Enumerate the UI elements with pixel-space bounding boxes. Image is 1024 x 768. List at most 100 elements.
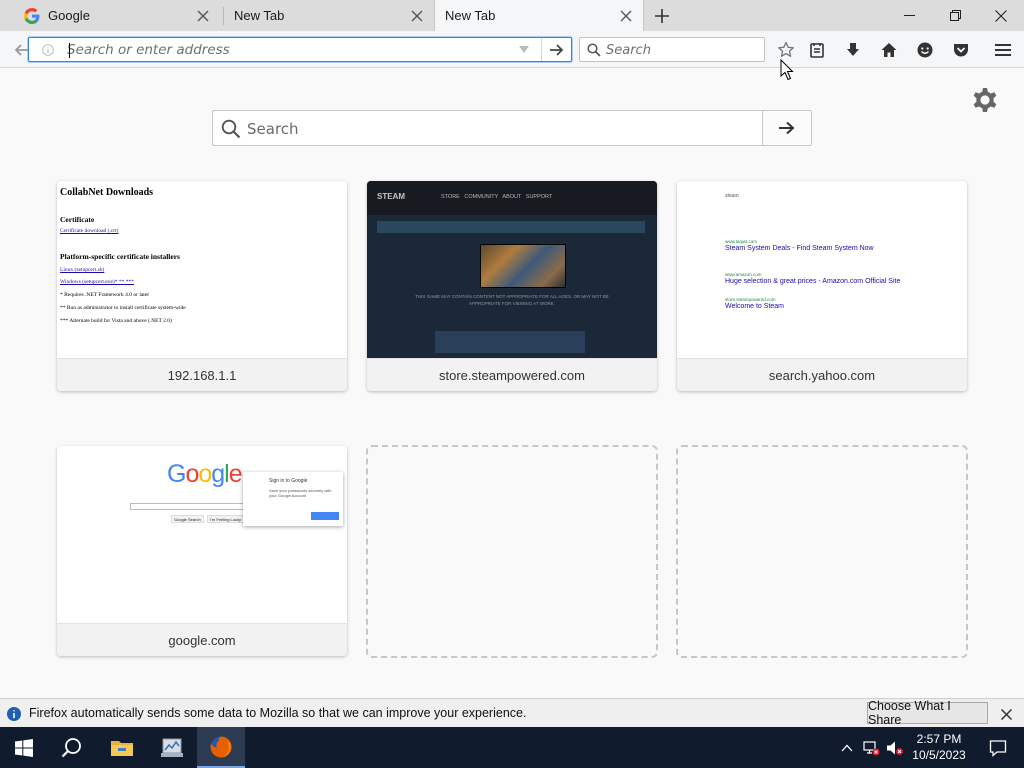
- hello-button[interactable]: [913, 38, 937, 62]
- thumb-nav: STORE COMMUNITY ABOUT SUPPORT: [441, 194, 553, 200]
- thumb-popup-title: Sign in to Google: [269, 478, 308, 484]
- search-icon: [587, 43, 601, 57]
- back-button[interactable]: [8, 37, 34, 63]
- mouse-pointer-icon: [780, 59, 794, 81]
- thumb-subnav: [377, 221, 645, 233]
- thumb-box: [435, 331, 585, 353]
- thumb-result: Welcome to Steam: [725, 303, 785, 310]
- home-button[interactable]: [877, 38, 901, 62]
- pocket-button[interactable]: [949, 38, 973, 62]
- folder-icon: [111, 740, 133, 756]
- thumb-url: www.amazon.com: [725, 272, 762, 277]
- close-notification-button[interactable]: [997, 705, 1015, 723]
- site-thumbnail: steam www.target.com Steam System Deals …: [677, 181, 967, 358]
- close-icon: [995, 9, 1007, 22]
- info-icon: [7, 707, 21, 721]
- close-tab-icon[interactable]: [406, 5, 428, 27]
- tab-new-tab-active[interactable]: New Tab: [434, 0, 644, 31]
- tile-label: store.steampowered.com: [367, 358, 657, 391]
- text-caret: [69, 43, 70, 58]
- tab-strip: Google New Tab New Tab: [0, 0, 1024, 31]
- google-g-icon: [24, 7, 40, 24]
- chevron-up-icon[interactable]: [837, 738, 857, 758]
- site-thumbnail: Google Google Search I'm Feeling Lucky S…: [57, 446, 347, 623]
- home-icon: [881, 43, 897, 57]
- top-site-tile-192-168-1-1[interactable]: CollabNet Downloads Certificate Certific…: [57, 181, 347, 391]
- minimize-button[interactable]: [886, 0, 932, 31]
- info-icon[interactable]: [41, 43, 55, 57]
- search-icon: [61, 737, 81, 757]
- action-center-button[interactable]: [978, 727, 1018, 768]
- site-thumbnail: STEAM STORE COMMUNITY ABOUT SUPPORT THIS…: [367, 181, 657, 358]
- data-notification-bar: Firefox automatically sends some data to…: [0, 698, 1024, 727]
- customize-gear-icon[interactable]: [970, 85, 1000, 115]
- top-site-tile-yahoo[interactable]: steam www.target.com Steam System Deals …: [677, 181, 967, 391]
- restore-button[interactable]: [932, 0, 978, 31]
- top-site-tile-google[interactable]: Google Google Search I'm Feeling Lucky S…: [57, 446, 347, 656]
- server-manager-button[interactable]: [148, 727, 196, 768]
- tab-google[interactable]: Google: [14, 0, 220, 31]
- thumb-logo: Google: [167, 460, 243, 488]
- tile-label: 192.168.1.1: [57, 358, 347, 391]
- bookmarks-menu-button[interactable]: [805, 38, 829, 62]
- new-tab-search-input[interactable]: [247, 117, 757, 141]
- new-tab-page: CollabNet Downloads Certificate Certific…: [0, 69, 1024, 698]
- tab-title: Google: [48, 8, 90, 23]
- thumb-text: * Requires .NET Framework 4.0 or later: [60, 292, 150, 298]
- firefox-icon: [210, 735, 232, 757]
- close-window-button[interactable]: [978, 0, 1024, 31]
- windows-taskbar: 2:57 PM 10/5/2023: [0, 727, 1024, 768]
- search-taskbar-button[interactable]: [48, 727, 96, 768]
- navigation-toolbar: [0, 31, 1024, 68]
- network-icon[interactable]: [861, 738, 881, 758]
- thumb-logo: STEAM: [377, 192, 405, 201]
- thumb-subheading: Certificate: [60, 215, 95, 224]
- open-menu-button[interactable]: [991, 38, 1015, 62]
- url-bar[interactable]: [28, 37, 572, 62]
- tile-label: google.com: [57, 623, 347, 656]
- thumb-popup: Sign in to Google Save your passwords se…: [243, 472, 343, 526]
- thumb-signin-button: [311, 512, 339, 520]
- close-icon: [1000, 708, 1012, 720]
- volume-muted-icon[interactable]: [885, 738, 905, 758]
- pocket-icon: [954, 44, 968, 57]
- bookmarks-list-icon: [810, 43, 824, 58]
- thumb-link: Windows (setupcert.exe)* ** ***: [60, 279, 135, 285]
- thumb-link: Linux (setupcert.sh): [60, 267, 105, 273]
- plus-icon: [655, 9, 669, 23]
- url-input[interactable]: [67, 40, 507, 60]
- search-icon: [221, 119, 241, 139]
- thumb-button: Google Search: [171, 515, 204, 523]
- thumb-result: Huge selection & great prices - Amazon.c…: [725, 278, 901, 285]
- system-clock[interactable]: 2:57 PM 10/5/2023: [904, 731, 974, 763]
- search-input[interactable]: [606, 40, 756, 60]
- start-button[interactable]: [0, 727, 48, 768]
- thumb-heading: CollabNet Downloads: [60, 187, 154, 198]
- star-icon: [778, 41, 794, 57]
- thumb-subheading: Platform-specific certificate installers: [60, 252, 180, 261]
- arrow-right-icon: [779, 121, 795, 135]
- close-tab-icon[interactable]: [192, 5, 214, 27]
- choose-what-i-share-button[interactable]: Choose What I Share: [867, 699, 988, 727]
- top-site-tile-steam[interactable]: STEAM STORE COMMUNITY ABOUT SUPPORT THIS…: [367, 181, 657, 391]
- site-thumbnail: CollabNet Downloads Certificate Certific…: [57, 181, 347, 358]
- new-tab-search-box[interactable]: [212, 110, 812, 146]
- windows-logo-icon: [15, 738, 33, 757]
- tab-title: New Tab: [234, 8, 285, 23]
- search-bar[interactable]: [579, 37, 765, 62]
- close-tab-icon[interactable]: [615, 5, 637, 27]
- hamburger-menu-icon: [995, 44, 1011, 56]
- file-explorer-button[interactable]: [98, 727, 146, 768]
- tab-new-tab-1[interactable]: New Tab: [224, 0, 434, 31]
- thumb-url: www.target.com: [725, 239, 758, 244]
- chevron-down-icon[interactable]: [517, 43, 531, 57]
- search-go-button[interactable]: [762, 111, 811, 145]
- go-button[interactable]: [541, 38, 572, 61]
- new-tab-button[interactable]: [650, 4, 674, 28]
- smiley-chat-icon: [917, 42, 933, 58]
- thumb-popup-text: Save your passwords securely with your G…: [269, 488, 332, 498]
- thumb-url: store.steampowered.com: [725, 297, 776, 302]
- clock-date: 10/5/2023: [912, 748, 966, 762]
- firefox-taskbar-button[interactable]: [197, 727, 245, 768]
- downloads-button[interactable]: [841, 38, 865, 62]
